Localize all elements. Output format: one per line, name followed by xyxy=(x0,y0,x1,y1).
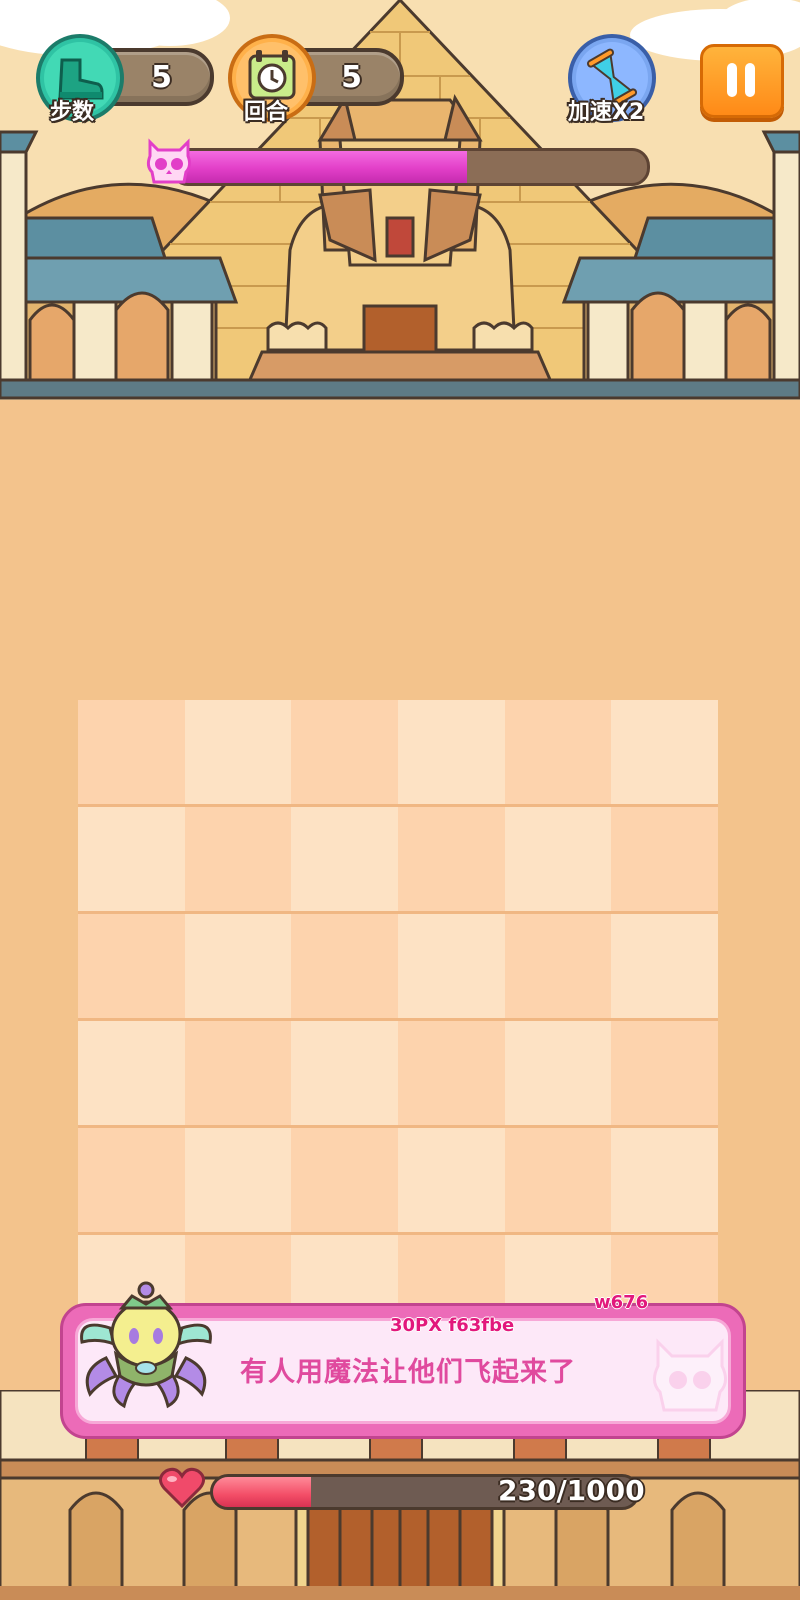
dialog-speaker-name: 30PX f63fbe xyxy=(390,1315,515,1336)
board-cell[interactable] xyxy=(611,700,718,804)
hp-fill xyxy=(213,1477,311,1507)
board-cell[interactable] xyxy=(504,807,612,911)
dialog-tag: w676 xyxy=(594,1292,649,1313)
board-cell[interactable] xyxy=(398,700,505,804)
board-cell[interactable] xyxy=(398,807,505,911)
hp-value: 230/1000 xyxy=(498,1474,645,1507)
board-cell[interactable] xyxy=(291,1021,398,1125)
board-cell[interactable] xyxy=(78,700,185,804)
board-cell[interactable] xyxy=(291,914,398,1018)
board-cell[interactable] xyxy=(291,807,398,911)
boss-progress-fill xyxy=(173,151,467,183)
board-cell[interactable] xyxy=(504,700,612,804)
board-cell[interactable] xyxy=(611,1128,718,1232)
pause-button[interactable] xyxy=(700,44,784,118)
board-cell[interactable] xyxy=(78,914,185,1018)
heart-icon xyxy=(158,1466,206,1510)
board-row-divider xyxy=(78,1125,718,1128)
board-cell[interactable] xyxy=(504,914,612,1018)
board-cell[interactable] xyxy=(184,700,292,804)
steps-label: 步数 xyxy=(50,100,95,125)
rounds-label: 回合 xyxy=(244,100,289,125)
board-cell[interactable] xyxy=(291,700,398,804)
board-cell[interactable] xyxy=(78,807,185,911)
board-cell[interactable] xyxy=(184,914,292,1018)
board-row-divider xyxy=(78,1018,718,1021)
game-board[interactable] xyxy=(78,700,718,1339)
board-cell[interactable] xyxy=(184,1128,292,1232)
game-screen: 5 步数 5 回合 加速X2 w676 30PX f63fbe 有人用魔法让他们… xyxy=(0,0,800,1600)
board-cell[interactable] xyxy=(504,1128,612,1232)
ghost-skull-watermark xyxy=(650,1336,730,1416)
boss-progress-bar xyxy=(170,148,650,186)
rounds-value: 5 xyxy=(341,60,362,95)
board-row-divider xyxy=(78,804,718,807)
board-cell[interactable] xyxy=(184,1021,292,1125)
board-cell[interactable] xyxy=(398,1128,505,1232)
steps-value: 5 xyxy=(151,60,172,95)
dialog-message: 有人用魔法让他们飞起来了 xyxy=(240,1357,576,1388)
board-cell[interactable] xyxy=(611,1021,718,1125)
board-cell[interactable] xyxy=(504,1021,612,1125)
board-row-divider xyxy=(78,911,718,914)
monster-avatar xyxy=(76,1278,216,1412)
board-cell[interactable] xyxy=(398,1021,505,1125)
skull-icon xyxy=(144,138,194,186)
board-cell[interactable] xyxy=(398,914,505,1018)
board-cell[interactable] xyxy=(184,807,292,911)
board-row-divider xyxy=(78,1232,718,1235)
board-cell[interactable] xyxy=(611,807,718,911)
speed-label[interactable]: 加速X2 xyxy=(568,94,644,126)
board-cell[interactable] xyxy=(291,1128,398,1232)
board-cell[interactable] xyxy=(78,1021,185,1125)
board-cell[interactable] xyxy=(78,1128,185,1232)
board-cell[interactable] xyxy=(611,914,718,1018)
